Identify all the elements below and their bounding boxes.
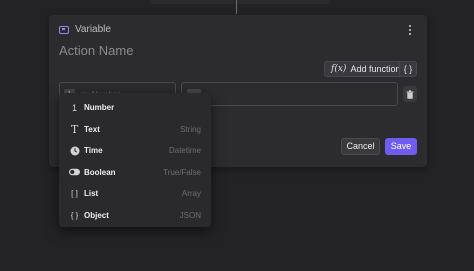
object-braces-icon: { }: [70, 210, 79, 220]
card-header: Variable: [59, 24, 111, 35]
trash-icon: [406, 89, 414, 99]
menu-item-time[interactable]: Time Datetime: [59, 140, 211, 162]
menu-item-label: List: [84, 189, 99, 199]
list-brackets-icon: [ ]: [71, 189, 78, 199]
previous-node-edge: [150, 0, 330, 4]
toggle-icon: [69, 167, 80, 178]
menu-item-object[interactable]: { } Object JSON: [59, 205, 211, 227]
clock-icon: [69, 145, 80, 156]
menu-item-text[interactable]: T Text String: [59, 119, 211, 141]
menu-item-type: JSON: [179, 210, 201, 220]
menu-item-type: String: [180, 124, 201, 134]
menu-item-list[interactable]: [ ] List Array: [59, 183, 211, 205]
function-icon: f(x): [331, 64, 347, 74]
menu-item-type: Array: [181, 189, 201, 199]
text-icon: T: [70, 122, 79, 136]
menu-item-label: Object: [84, 210, 109, 220]
more-options-icon[interactable]: [404, 23, 416, 37]
card-type-label: Variable: [75, 24, 111, 35]
menu-item-label: Text: [84, 124, 100, 134]
menu-item-number[interactable]: 1 Number: [59, 97, 211, 119]
braces-icon: { }: [403, 64, 413, 74]
type-dropdown-menu: 1 Number T Text String Time Datetime Boo…: [59, 93, 211, 227]
code-braces-button[interactable]: { }: [399, 61, 417, 77]
menu-item-label: Time: [84, 146, 103, 156]
cancel-button[interactable]: Cancel: [341, 138, 380, 155]
variable-icon: [59, 25, 69, 34]
add-function-label: Add function: [350, 64, 401, 74]
delete-button[interactable]: [403, 86, 417, 102]
variable-value-input[interactable]: [181, 82, 398, 106]
flow-connector-line: [236, 0, 237, 14]
save-button[interactable]: Save: [385, 138, 417, 155]
add-function-button[interactable]: f(x) Add function: [324, 61, 408, 77]
menu-item-type: Datetime: [168, 146, 201, 156]
action-name-input[interactable]: Action Name: [59, 43, 133, 58]
menu-item-label: Number: [84, 103, 115, 113]
menu-item-boolean[interactable]: Boolean True/False: [59, 162, 211, 184]
menu-item-type: True/False: [163, 167, 201, 177]
menu-item-label: Boolean: [84, 167, 116, 177]
number-icon: 1: [71, 102, 77, 113]
